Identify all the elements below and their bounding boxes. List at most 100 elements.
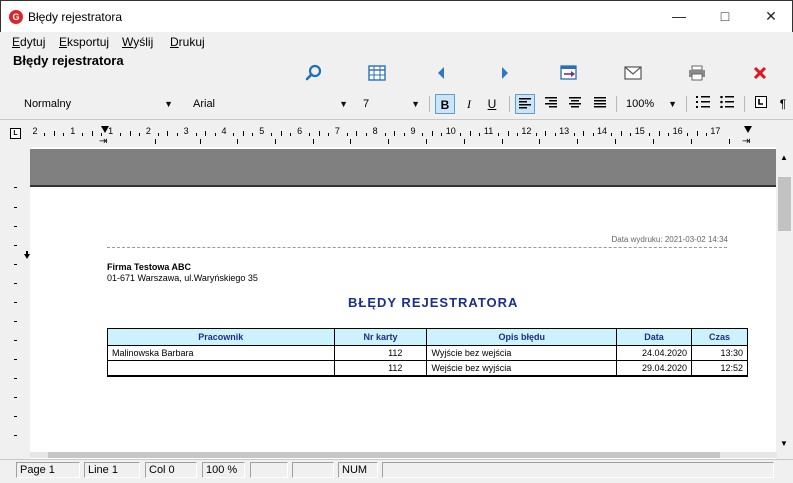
ruler-number: 1 bbox=[70, 126, 76, 136]
ruler-number: 8 bbox=[372, 126, 378, 136]
numbered-list-button[interactable] bbox=[693, 94, 713, 114]
ruler-number: 2 bbox=[32, 126, 38, 136]
close-report-button[interactable] bbox=[747, 62, 773, 84]
tab-stop-marker[interactable] bbox=[388, 139, 389, 144]
ruler-tick bbox=[290, 133, 292, 136]
chevron-down-icon: ▼ bbox=[339, 99, 348, 109]
align-left-button[interactable] bbox=[515, 94, 535, 114]
ruler-tick bbox=[233, 133, 235, 136]
ruler-number: 13 bbox=[559, 126, 570, 136]
tab-stop-marker[interactable] bbox=[539, 139, 540, 144]
font-select[interactable]: Arial ▼ bbox=[189, 94, 351, 115]
scroll-up-icon[interactable]: ▲ bbox=[780, 153, 788, 162]
close-window-button[interactable]: ✕ bbox=[748, 1, 793, 32]
close-icon bbox=[753, 66, 767, 80]
tab-stop-marker[interactable] bbox=[313, 139, 314, 144]
ruler-tick bbox=[507, 131, 509, 136]
tab-stop-marker[interactable] bbox=[426, 139, 427, 144]
justify-icon bbox=[594, 97, 606, 108]
mail-button[interactable] bbox=[620, 62, 646, 84]
tab-stop-marker[interactable] bbox=[275, 139, 276, 144]
vertical-ruler-marks bbox=[14, 187, 30, 436]
horizontal-scroll-thumb[interactable] bbox=[48, 452, 720, 458]
underline-button[interactable]: U bbox=[482, 94, 502, 114]
divider bbox=[107, 247, 727, 248]
align-right-button[interactable] bbox=[565, 94, 585, 114]
next-page-button[interactable] bbox=[492, 62, 518, 84]
menu-export[interactable]: Eksportuj bbox=[59, 35, 109, 49]
bold-button[interactable]: B bbox=[435, 94, 455, 114]
menu-edit[interactable]: Edytuj bbox=[12, 35, 45, 49]
tab-stop-marker[interactable] bbox=[729, 139, 730, 144]
justify-button[interactable] bbox=[590, 94, 610, 114]
export-button[interactable] bbox=[556, 62, 582, 84]
chevron-down-icon: ▼ bbox=[668, 99, 677, 109]
tab-stop-marker[interactable] bbox=[200, 139, 201, 144]
horizontal-scrollbar[interactable] bbox=[30, 452, 777, 458]
table-icon bbox=[368, 65, 386, 81]
ruler-tick bbox=[346, 133, 348, 136]
vertical-scroll-thumb[interactable] bbox=[778, 177, 791, 231]
table-cell: 13:30 bbox=[691, 345, 748, 361]
align-left-icon bbox=[519, 98, 531, 109]
ruler-tick bbox=[91, 131, 93, 136]
font-size-select[interactable]: 7 ▼ bbox=[359, 94, 423, 115]
bullet-list-button[interactable] bbox=[717, 94, 737, 114]
ruler-tick bbox=[649, 133, 651, 136]
tab-type-icon[interactable]: L bbox=[10, 128, 21, 139]
report-page[interactable]: Data wydruku: 2021-03-02 14:34 Firma Tes… bbox=[30, 189, 777, 453]
status-page: Page 1 bbox=[16, 462, 80, 478]
menu-send[interactable]: Wyślij bbox=[122, 35, 153, 49]
maximize-button[interactable]: □ bbox=[702, 1, 748, 32]
search-button[interactable] bbox=[301, 62, 327, 84]
table-button[interactable] bbox=[364, 62, 390, 84]
tab-stop-marker[interactable] bbox=[691, 139, 692, 144]
page-title: Błędy rejestratora bbox=[13, 53, 124, 68]
paragraph-button[interactable]: ¶ bbox=[773, 94, 793, 114]
ruler-tick bbox=[214, 133, 216, 136]
vertical-scrollbar[interactable]: ▲ ▼ bbox=[776, 147, 793, 459]
left-indent-marker[interactable] bbox=[101, 126, 109, 133]
minimize-button[interactable]: — bbox=[656, 1, 702, 32]
paragraph-icon: ¶ bbox=[779, 97, 787, 111]
tab-stop-marker[interactable] bbox=[237, 139, 238, 144]
tab-stop-marker[interactable] bbox=[653, 139, 654, 144]
ruler-number: 17 bbox=[710, 126, 721, 136]
tab-stop-marker[interactable] bbox=[615, 139, 616, 144]
ruler-tick bbox=[157, 133, 159, 136]
style-select[interactable]: Normalny ▼ bbox=[20, 94, 176, 115]
separator bbox=[686, 96, 687, 112]
ruler-tick bbox=[138, 133, 140, 136]
next-page-icon bbox=[502, 67, 508, 79]
print-button[interactable] bbox=[684, 62, 710, 84]
page-header-band bbox=[30, 149, 777, 187]
tab-stop-marker[interactable] bbox=[350, 139, 351, 144]
ruler-tick bbox=[592, 133, 594, 136]
ruler-tick bbox=[82, 133, 84, 136]
tab-stop-marker[interactable] bbox=[577, 139, 578, 144]
ruler-number: 16 bbox=[672, 126, 683, 136]
italic-button[interactable]: I bbox=[459, 94, 479, 114]
prev-page-button[interactable] bbox=[428, 62, 454, 84]
tab-stop-marker[interactable] bbox=[502, 139, 503, 144]
tab-stop-marker[interactable] bbox=[464, 139, 465, 144]
tab-stop-button[interactable] bbox=[751, 94, 771, 114]
menu-print[interactable]: Drukuj bbox=[170, 35, 205, 49]
zoom-select[interactable]: 100% ▼ bbox=[622, 94, 680, 115]
ruler-tick bbox=[545, 131, 547, 136]
ruler-number: 2 bbox=[145, 126, 151, 136]
ruler-tick bbox=[479, 133, 481, 136]
vertical-ruler[interactable] bbox=[0, 147, 30, 459]
separator bbox=[509, 96, 510, 112]
table-cell: Malinowska Barbara bbox=[107, 345, 335, 361]
scroll-down-icon[interactable]: ▼ bbox=[780, 439, 788, 448]
tab-stop-marker[interactable] bbox=[155, 139, 156, 144]
menu-bar: Edytuj Eksportuj Wyślij Drukuj bbox=[0, 32, 793, 52]
ruler-tick bbox=[460, 133, 462, 136]
ruler-number: 15 bbox=[634, 126, 645, 136]
right-indent-marker-arrow[interactable]: ⇥ bbox=[742, 137, 750, 147]
left-indent-marker-arrow[interactable]: ⇥ bbox=[99, 137, 107, 147]
right-indent-marker[interactable] bbox=[744, 126, 752, 133]
horizontal-ruler[interactable]: 2 1 1 2 3 4 5 6 7 8 9 10 11 12 13 14 15 16 17 ⇥ ⇥ bbox=[30, 124, 777, 147]
align-center-button[interactable] bbox=[541, 94, 561, 114]
